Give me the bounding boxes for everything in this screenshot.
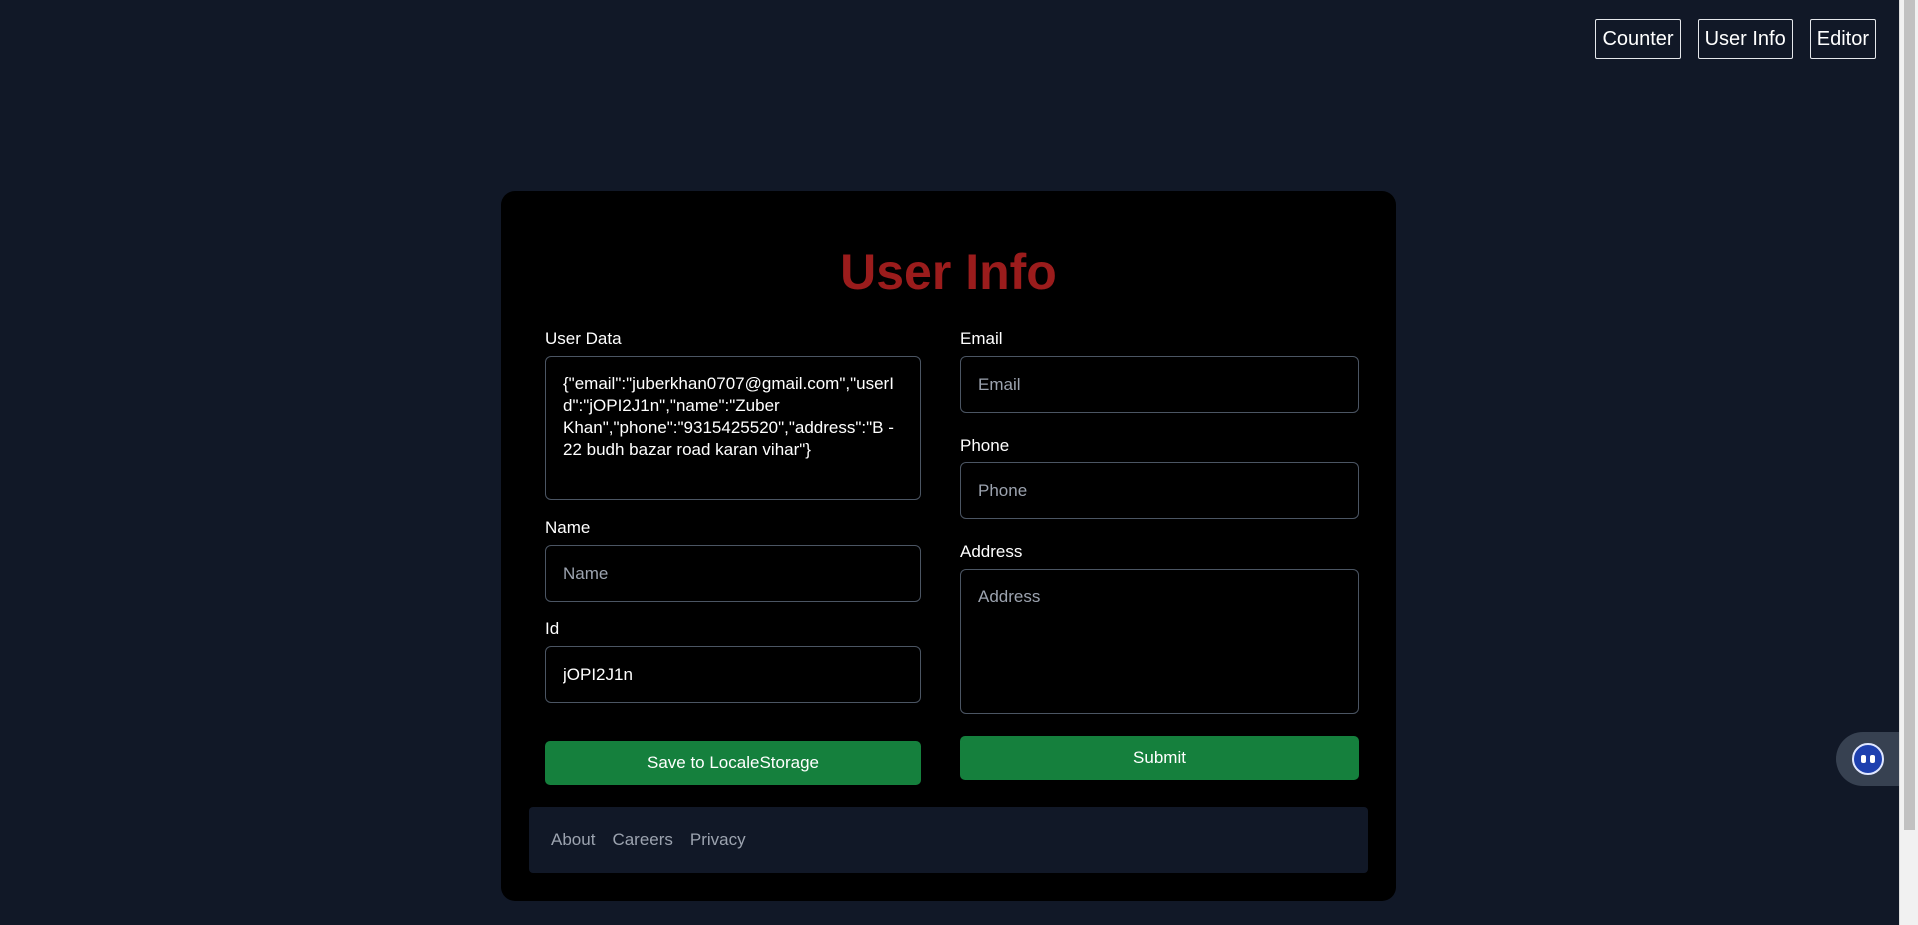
phone-label: Phone: [960, 436, 1010, 455]
footer-link-privacy[interactable]: Privacy: [690, 830, 746, 850]
footer-link-careers[interactable]: Careers: [612, 830, 672, 850]
footer: About Careers Privacy: [529, 807, 1368, 873]
phone-input[interactable]: [960, 462, 1359, 519]
id-label: Id: [545, 619, 560, 638]
email-label: Email: [960, 329, 1003, 348]
nav-editor-button[interactable]: Editor: [1809, 19, 1876, 59]
top-navigation: Counter User Info Editor: [1595, 19, 1876, 59]
name-label: Name: [545, 518, 591, 537]
nav-user-info-button[interactable]: User Info: [1697, 19, 1793, 59]
page: Counter User Info Editor User Info User …: [0, 0, 1918, 925]
name-input[interactable]: [545, 545, 921, 602]
id-input[interactable]: [545, 646, 921, 703]
bot-eye-right: [1870, 755, 1875, 763]
bot-eye-left: [1861, 755, 1866, 763]
page-title: User Info: [840, 244, 1057, 300]
assistant-widget-button[interactable]: [1836, 732, 1900, 786]
user-data-textarea[interactable]: [545, 356, 921, 500]
submit-button[interactable]: Submit: [960, 736, 1359, 780]
scrollbar-thumb[interactable]: [1904, 0, 1915, 830]
nav-counter-button[interactable]: Counter: [1595, 19, 1681, 59]
assistant-bot-icon: [1852, 743, 1884, 775]
vertical-scrollbar[interactable]: [1899, 0, 1918, 925]
user-data-label: User Data: [545, 329, 622, 348]
user-info-card: User Info User Data Name Id Save to Loca…: [501, 191, 1396, 901]
address-textarea[interactable]: [960, 569, 1359, 714]
footer-link-about[interactable]: About: [551, 830, 595, 850]
address-label: Address: [960, 542, 1023, 561]
email-input[interactable]: [960, 356, 1359, 413]
save-to-localstorage-button[interactable]: Save to LocaleStorage: [545, 741, 921, 785]
